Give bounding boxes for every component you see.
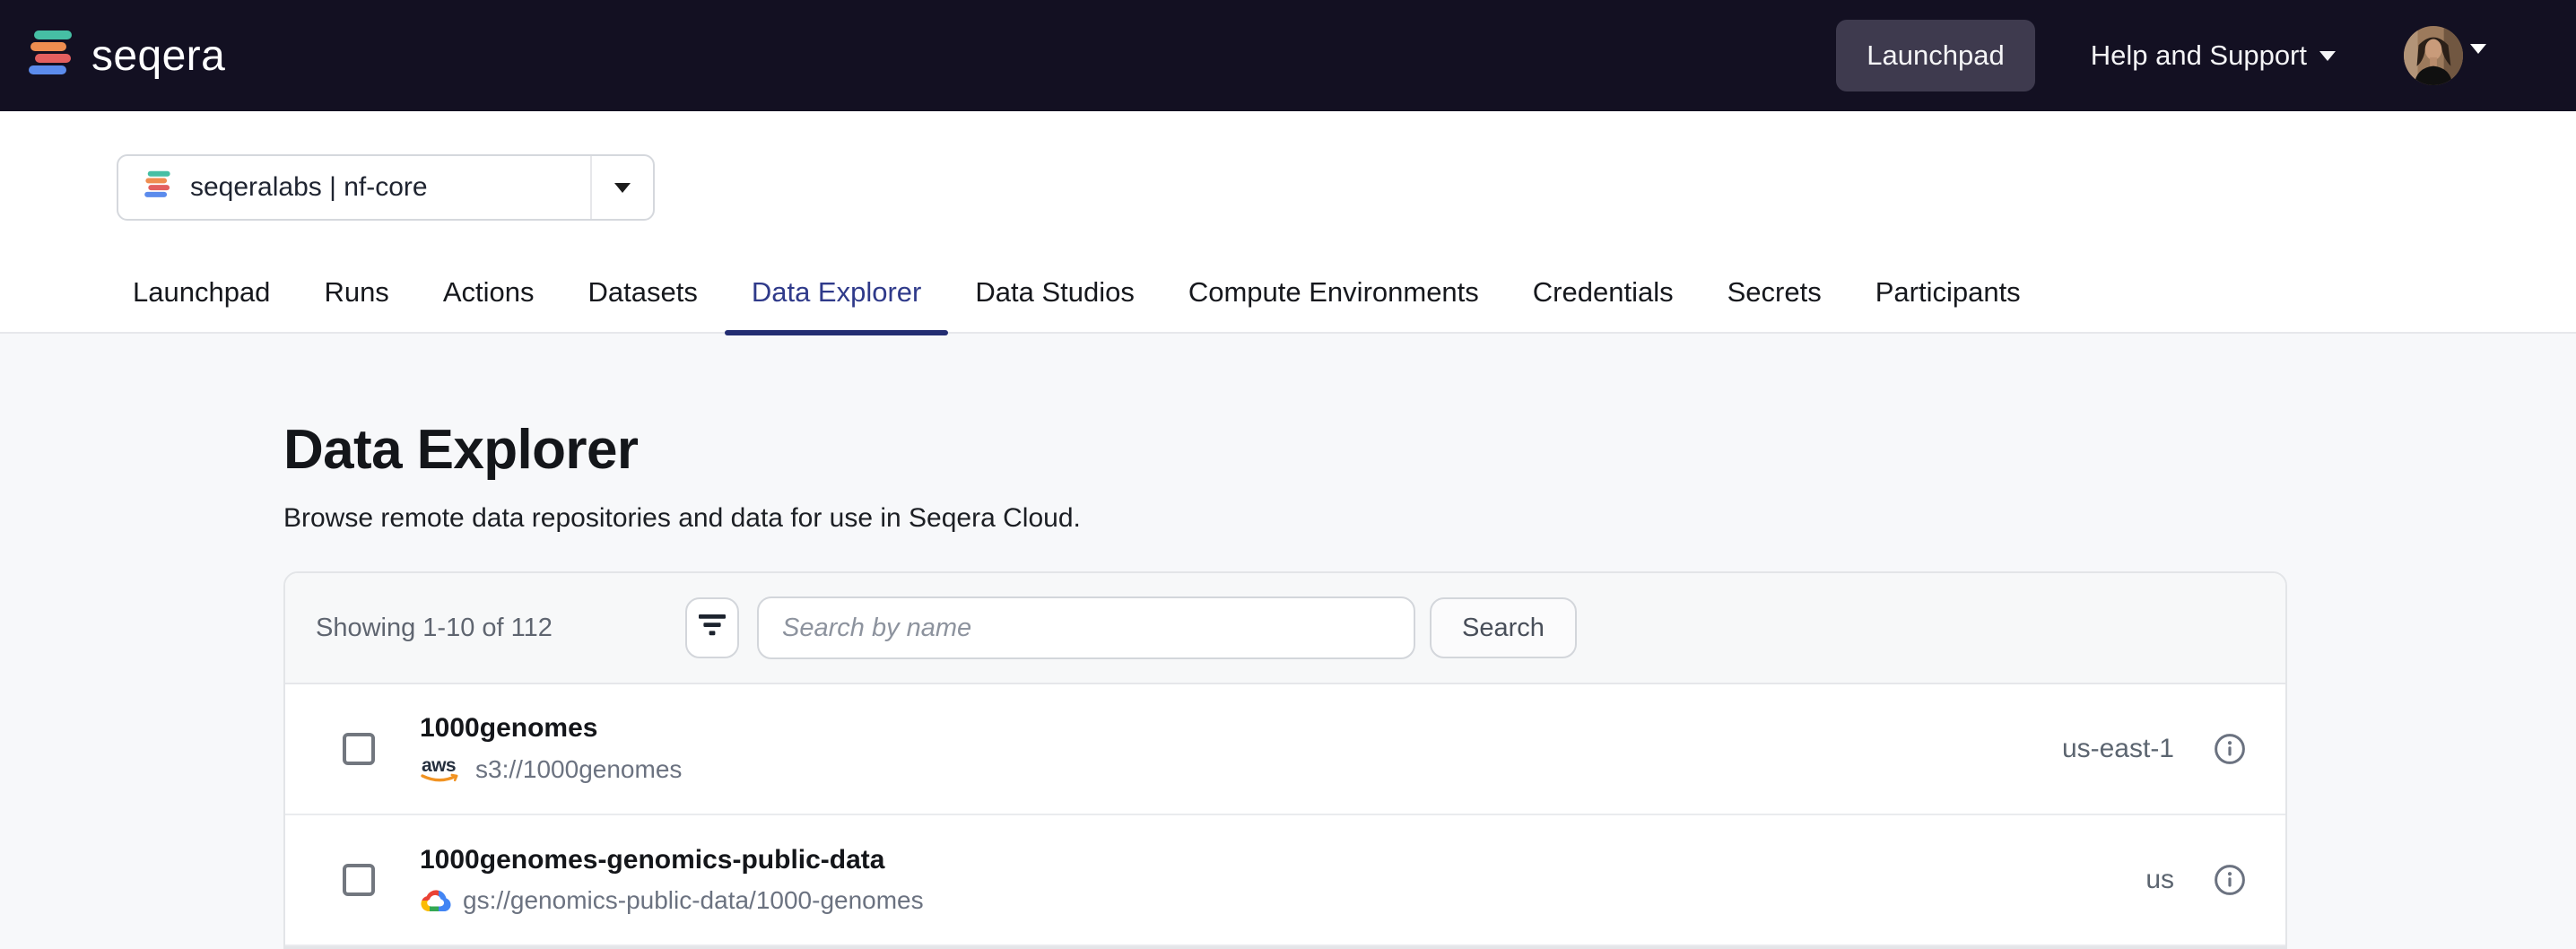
chevron-down-icon [2470, 44, 2486, 54]
tab-participants[interactable]: Participants [1849, 276, 2048, 332]
tab-secrets[interactable]: Secrets [1701, 276, 1849, 332]
seqera-logo-icon [27, 28, 75, 83]
filter-icon [698, 613, 727, 644]
table-row[interactable]: 1000genomes aws s3://1000genomes us-east… [285, 684, 2285, 815]
main-content: Data Explorer Browse remote data reposit… [0, 418, 2576, 949]
tab-data-studios[interactable]: Data Studios [948, 276, 1162, 332]
tab-credentials[interactable]: Credentials [1506, 276, 1701, 332]
workspace-selector[interactable]: seqeralabs | nf-core [117, 154, 655, 221]
workspace-logo-icon [144, 170, 172, 205]
search-button[interactable]: Search [1430, 597, 1577, 658]
bucket-uri: s3://1000genomes [475, 755, 682, 784]
workspace-tabs: Launchpad Runs Actions Datasets Data Exp… [0, 276, 2576, 334]
top-navbar: seqera Launchpad Help and Support [0, 0, 2576, 111]
help-and-support-menu[interactable]: Help and Support [2091, 39, 2336, 72]
bucket-name[interactable]: 1000genomes [420, 713, 2062, 744]
chevron-down-icon [2319, 51, 2336, 61]
seqera-logo[interactable]: seqera [27, 28, 225, 83]
filter-button[interactable] [685, 597, 739, 658]
row-checkbox[interactable] [343, 864, 375, 896]
tab-runs[interactable]: Runs [297, 276, 415, 332]
info-icon[interactable] [2174, 733, 2285, 765]
showing-count: Showing 1-10 of 112 [316, 614, 685, 643]
region-label: us-east-1 [2062, 734, 2174, 764]
tab-datasets[interactable]: Datasets [561, 276, 724, 332]
tab-compute-environments[interactable]: Compute Environments [1162, 276, 1506, 332]
workspace-header: seqeralabs | nf-core Launchpad Runs Acti… [0, 111, 2576, 334]
page-title: Data Explorer [283, 418, 2576, 482]
page-subtitle: Browse remote data repositories and data… [283, 503, 2576, 534]
aws-icon: aws [420, 754, 465, 785]
google-cloud-icon [420, 887, 452, 914]
help-menu-label: Help and Support [2091, 39, 2307, 72]
tab-actions[interactable]: Actions [416, 276, 561, 332]
chevron-down-icon [614, 183, 631, 193]
table-row[interactable]: 1000genomes-genomics-public-data [285, 815, 2285, 946]
info-icon[interactable] [2174, 864, 2285, 896]
data-explorer-panel: Showing 1-10 of 112 Search [283, 571, 2287, 949]
region-label: us [2145, 865, 2174, 895]
brand-name: seqera [91, 31, 225, 81]
app-root: seqera Launchpad Help and Support [0, 0, 2576, 949]
bucket-name[interactable]: 1000genomes-genomics-public-data [420, 845, 2145, 875]
tab-launchpad[interactable]: Launchpad [106, 276, 297, 332]
workspace-name: seqeralabs | nf-core [190, 172, 428, 203]
avatar [2404, 26, 2463, 85]
tab-data-explorer[interactable]: Data Explorer [725, 276, 949, 332]
panel-toolbar: Showing 1-10 of 112 Search [285, 573, 2285, 684]
launchpad-button[interactable]: Launchpad [1836, 20, 2034, 91]
search-input[interactable] [757, 596, 1415, 659]
user-avatar-menu[interactable] [2404, 26, 2486, 85]
row-checkbox[interactable] [343, 733, 375, 765]
bucket-uri: gs://genomics-public-data/1000-genomes [463, 886, 924, 915]
svg-text:aws: aws [422, 755, 456, 776]
workspace-dropdown-toggle[interactable] [590, 156, 653, 219]
